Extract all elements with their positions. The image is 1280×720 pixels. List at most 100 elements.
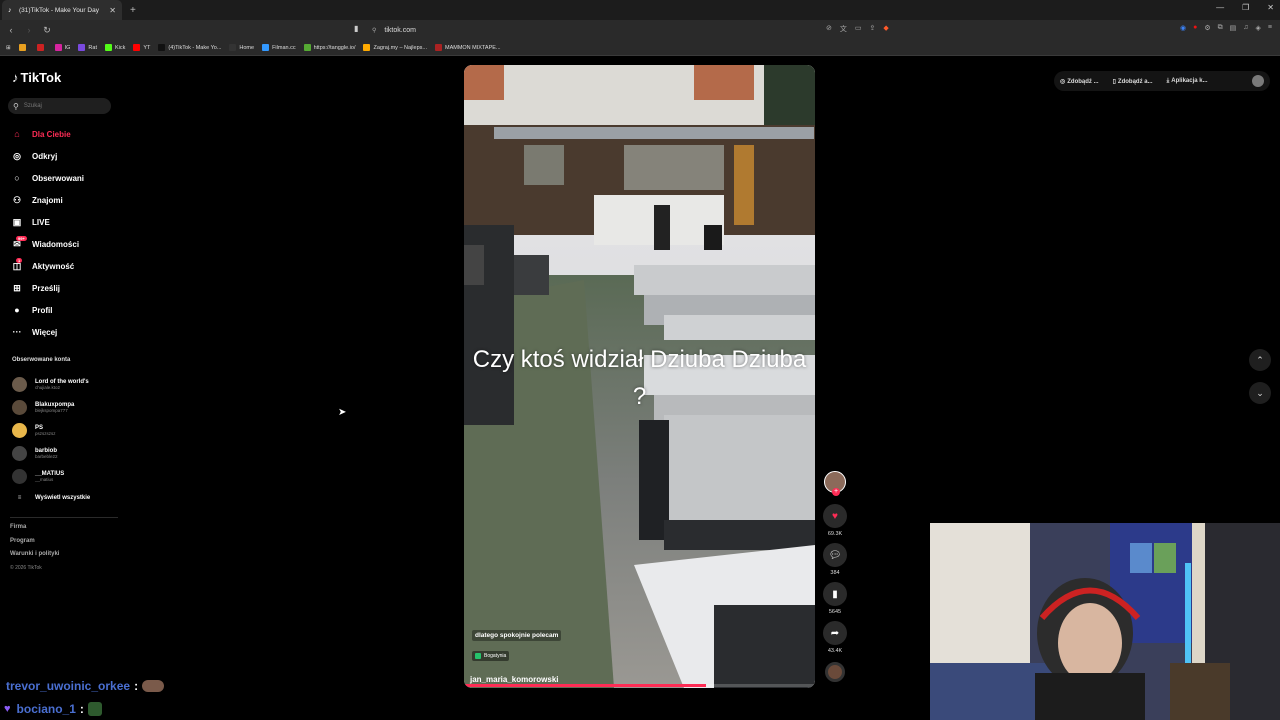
bookmark-item[interactable]: MAMMON MIXTAPE...: [434, 44, 501, 51]
bookmark-item[interactable]: Home: [229, 44, 254, 51]
following-account[interactable]: barbiob barbeble22: [12, 442, 90, 465]
back-icon[interactable]: ‹: [4, 25, 18, 35]
bookmark-item[interactable]: Rat: [78, 44, 97, 51]
chat-message: ♥ bociano_1 :: [0, 697, 164, 720]
menu-icon[interactable]: ≡: [1268, 24, 1272, 32]
bookmark-item[interactable]: [18, 44, 29, 51]
bookmark-item[interactable]: https://tanggle.io/: [303, 44, 355, 51]
extension-icon-3[interactable]: ⚙: [1204, 24, 1210, 32]
extensions-icon[interactable]: ⧉: [1218, 24, 1223, 32]
bookmark-page-icon[interactable]: ▮: [354, 24, 358, 33]
bookmark-item[interactable]: IG: [54, 44, 70, 51]
bookmark-item[interactable]: YT: [133, 44, 150, 51]
save-button[interactable]: ▮: [823, 582, 847, 606]
extension-icon-1[interactable]: ◉: [1180, 24, 1186, 32]
translate-icon[interactable]: 文: [840, 24, 847, 34]
like-button[interactable]: ♥: [823, 504, 847, 528]
wallet-icon[interactable]: ◈: [1256, 24, 1261, 32]
bookmark-favicon-icon: [229, 44, 237, 51]
video-overlay-text: Czy ktoś widział Dziuba Dziuba ?: [472, 346, 807, 410]
bookmark-label: Home: [239, 44, 255, 51]
search-input[interactable]: ⚲ Szukaj: [8, 98, 111, 114]
sidebar-divider: [10, 517, 118, 518]
forward-icon[interactable]: ›: [22, 25, 36, 35]
desktop-app-button[interactable]: ⤓ Aplikacja k...: [1167, 78, 1208, 85]
avatar: [12, 377, 27, 392]
browser-tab-tiktok[interactable]: ♪ (31)TikTok - Make Your Day ✕: [2, 0, 122, 20]
sidebar-item-6[interactable]: ◫ 1 Aktywność: [10, 255, 84, 277]
sidebar-item-2[interactable]: ○ Obserwowani: [10, 167, 84, 189]
brave-shield-icon[interactable]: ◆: [883, 24, 888, 34]
sidebar-item-1[interactable]: ◎ Odkryj: [10, 145, 84, 167]
next-video-button[interactable]: ⌄: [1249, 382, 1271, 404]
extension-icon-2[interactable]: ●: [1193, 24, 1197, 32]
bookmark-favicon-icon: [18, 44, 26, 51]
sidebar-item-4[interactable]: ▣ LIVE: [10, 211, 84, 233]
bookmark-item[interactable]: Zagraj.my – Najleps...: [363, 44, 427, 51]
video-player[interactable]: Czy ktoś widział Dziuba Dziuba ? dlatego…: [464, 65, 815, 688]
chat-message: trevor_uwoinic_orkee :: [0, 674, 165, 697]
tiktok-logo[interactable]: ♪ TikTok: [12, 70, 61, 85]
search-icon: ⚲: [13, 101, 19, 111]
sidebar-item-5[interactable]: ✉ 99+ Wiadomości: [10, 233, 84, 255]
reload-icon[interactable]: ↻: [40, 25, 54, 36]
previous-video-button[interactable]: ⌃: [1249, 349, 1271, 371]
new-tab-button[interactable]: +: [130, 5, 136, 16]
sidebar-nav: ⌂ Dla Ciebie ◎ Odkryj ○ Obserwowani ⚇ Znajomi ▣ L…: [10, 123, 85, 343]
mouse-cursor-icon: ➤: [338, 407, 347, 418]
minimize-icon[interactable]: —: [1216, 3, 1224, 12]
footer-link[interactable]: Firma: [10, 524, 59, 538]
bookmark-item[interactable]: Filman.cc: [262, 44, 296, 51]
bookmark-label: Zagraj.my – Najleps...: [373, 44, 427, 51]
camera-off-icon[interactable]: ⊘: [826, 24, 832, 34]
site-info-icon[interactable]: ⚲: [372, 27, 376, 34]
video-author[interactable]: jan_maria_komorowski: [470, 675, 558, 684]
video-progress-bar[interactable]: [464, 684, 815, 687]
apps-icon[interactable]: ⊞: [6, 45, 11, 51]
bookmark-favicon-icon: [133, 44, 141, 51]
sidebar-item-9[interactable]: ··· Więcej: [10, 321, 84, 343]
footer-link[interactable]: Warunki i polityki: [10, 551, 59, 565]
address-actions: ⊘ 文 ▭ ⇪ ◆: [826, 24, 889, 34]
save-count: 5645: [828, 609, 842, 615]
share-icon[interactable]: ⇪: [870, 24, 876, 34]
footer-link[interactable]: Program: [10, 538, 59, 552]
author-avatar[interactable]: +: [824, 471, 846, 496]
account-text: __MATIUS __matius: [35, 471, 64, 482]
get-coins-button[interactable]: ◎ Zdobądź ...: [1060, 78, 1099, 85]
sidebar-item-7[interactable]: ⊞ Prześlij: [10, 277, 84, 299]
media-icon[interactable]: ♫: [1243, 24, 1248, 32]
restore-icon[interactable]: ❐: [1242, 3, 1249, 12]
close-tab-icon[interactable]: ✕: [109, 6, 116, 15]
heart-icon: ♥: [832, 510, 838, 522]
show-all-following-button[interactable]: ≡ Wyświetl wszystkie: [12, 491, 91, 505]
sidebar-toggle-icon[interactable]: ▤: [1230, 24, 1237, 32]
browser-addressbar: ‹ › ↻ ▮ ⚲ tiktok.com ⊘ 文 ▭ ⇪ ◆ ◉ ● ⚙ ⧉ ▤…: [0, 20, 1280, 40]
user-avatar[interactable]: [1252, 75, 1264, 87]
sidebar-item-0[interactable]: ⌂ Dla Ciebie: [10, 123, 84, 145]
get-coins-label: Zdobądź ...: [1067, 78, 1099, 85]
bookmark-item[interactable]: (4)TikTok - Make Yo...: [158, 44, 221, 51]
following-account[interactable]: __MATIUS __matius: [12, 465, 90, 488]
following-account[interactable]: Lord of the world's chujiale.kto2: [12, 373, 90, 396]
cast-icon[interactable]: ▭: [855, 24, 862, 34]
activity-icon: ◫ 1: [12, 257, 23, 271]
bookmark-item[interactable]: Kick: [104, 44, 125, 51]
following-account[interactable]: PS pszszszsz: [12, 419, 90, 442]
url-field[interactable]: ⚲ tiktok.com: [372, 23, 416, 37]
top-right-actions: ◎ Zdobądź ... ▯ Zdobądź a... ⤓ Aplikacja k.…: [1054, 71, 1270, 91]
video-location[interactable]: Bogatynia: [472, 651, 510, 661]
sidebar-item-8[interactable]: ● Profil: [10, 299, 84, 321]
bookmark-favicon-icon: [54, 44, 62, 51]
music-disc-icon[interactable]: [825, 662, 845, 682]
comment-button[interactable]: 💬︎: [823, 543, 847, 567]
location-icon: [475, 653, 481, 659]
get-app-button[interactable]: ▯ Zdobądź a...: [1113, 78, 1153, 85]
share-button[interactable]: ➦: [823, 621, 847, 645]
following-account[interactable]: Blakuxpompa blejkspompa777: [12, 396, 90, 419]
close-window-icon[interactable]: ✕: [1267, 3, 1274, 12]
follow-plus-icon[interactable]: +: [832, 488, 840, 496]
bookmark-item[interactable]: [36, 44, 47, 51]
sidebar-item-3[interactable]: ⚇ Znajomi: [10, 189, 84, 211]
desktop-app-label: Aplikacja k...: [1171, 77, 1208, 84]
